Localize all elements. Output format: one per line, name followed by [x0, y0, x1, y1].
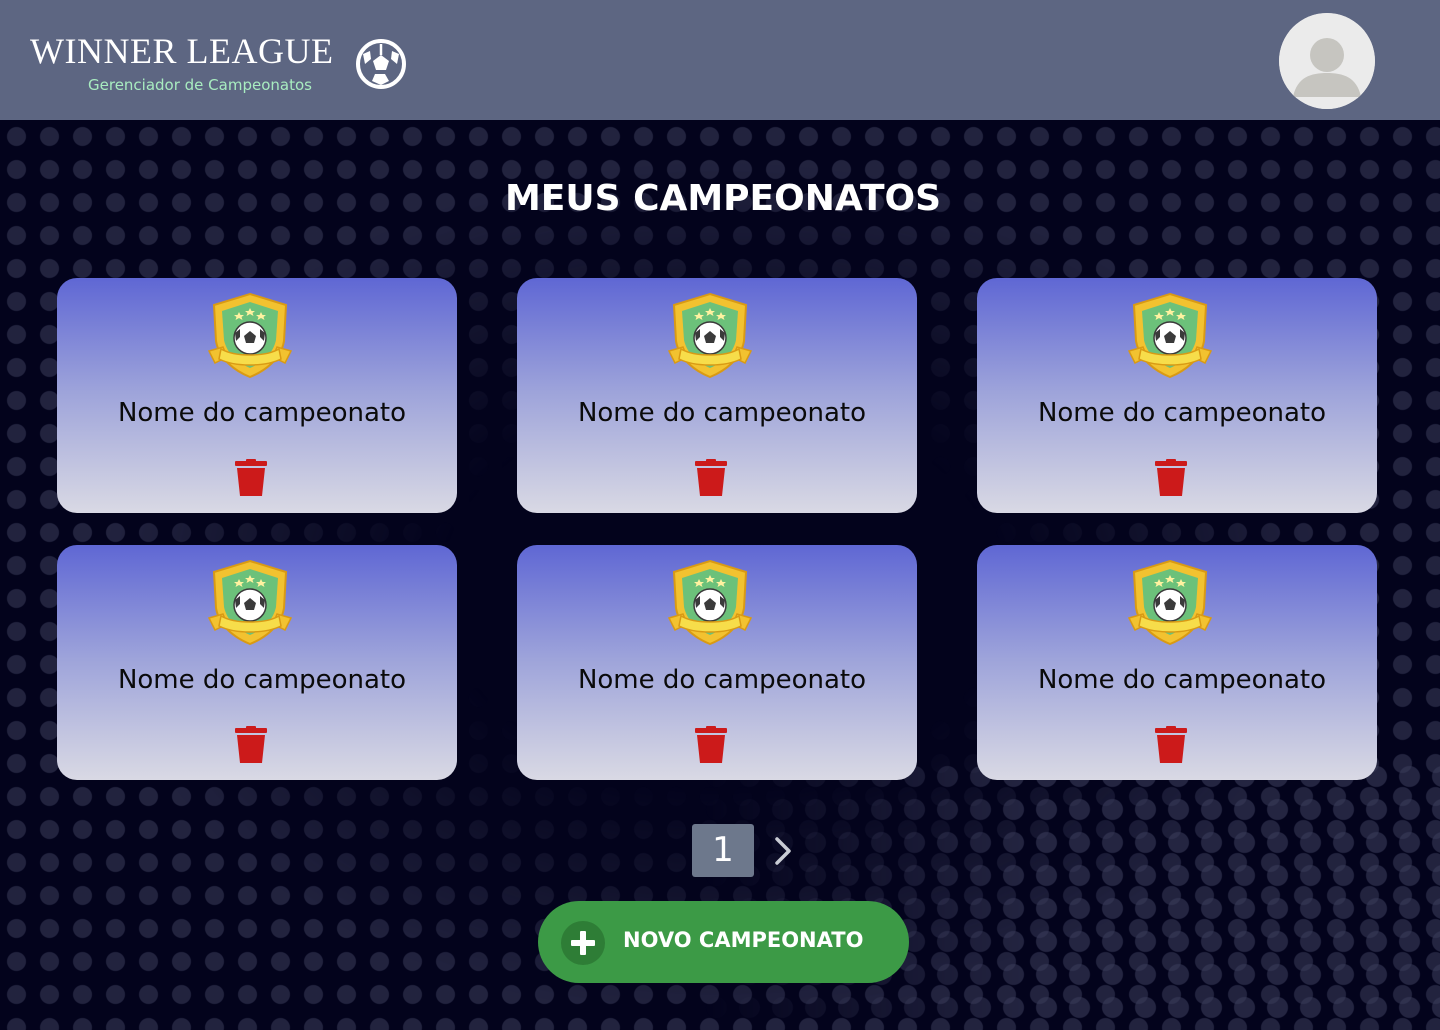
championship-name: Nome do campeonato: [117, 398, 407, 428]
championship-name: Nome do campeonato: [577, 398, 867, 428]
championship-crest-icon: [207, 558, 293, 648]
new-championship-label: NOVO CAMPEONATO: [623, 928, 864, 952]
trash-icon[interactable]: [234, 459, 268, 497]
brand-title: WINNER LEAGUE: [30, 31, 334, 71]
top-header: WINNER LEAGUE Gerenciador de Campeonatos: [0, 0, 1440, 120]
championship-name: Nome do campeonato: [577, 665, 867, 695]
page-title: MEUS CAMPEONATOS: [504, 178, 942, 219]
trash-icon[interactable]: [1154, 726, 1188, 764]
championship-name: Nome do campeonato: [117, 665, 407, 695]
championship-crest-icon: [1127, 291, 1213, 381]
soccer-ball-icon: [356, 39, 406, 89]
chevron-right-icon[interactable]: [770, 834, 796, 868]
championship-name: Nome do campeonato: [1037, 398, 1327, 428]
brand-subtitle: Gerenciador de Campeonatos: [88, 76, 312, 94]
plus-circle-icon: [561, 921, 605, 965]
background-pattern-secondary: [700, 760, 1440, 1030]
page-number-current[interactable]: 1: [692, 824, 754, 877]
championship-crest-icon: [667, 558, 753, 648]
new-championship-button[interactable]: NOVO CAMPEONATO: [538, 901, 909, 983]
user-avatar-icon: [1279, 13, 1375, 109]
user-avatar[interactable]: [1279, 13, 1375, 109]
championship-card[interactable]: Nome do campeonato: [57, 545, 457, 780]
trash-icon[interactable]: [694, 726, 728, 764]
trash-icon[interactable]: [694, 459, 728, 497]
championship-card[interactable]: Nome do campeonato: [977, 278, 1377, 513]
championship-card[interactable]: Nome do campeonato: [977, 545, 1377, 780]
championship-card[interactable]: Nome do campeonato: [517, 278, 917, 513]
trash-icon[interactable]: [1154, 459, 1188, 497]
trash-icon[interactable]: [234, 726, 268, 764]
championship-name: Nome do campeonato: [1037, 665, 1327, 695]
championship-card[interactable]: Nome do campeonato: [57, 278, 457, 513]
championship-card[interactable]: Nome do campeonato: [517, 545, 917, 780]
championship-crest-icon: [667, 291, 753, 381]
championship-crest-icon: [207, 291, 293, 381]
brand-logo[interactable]: WINNER LEAGUE Gerenciador de Campeonatos: [30, 31, 334, 94]
championship-crest-icon: [1127, 558, 1213, 648]
